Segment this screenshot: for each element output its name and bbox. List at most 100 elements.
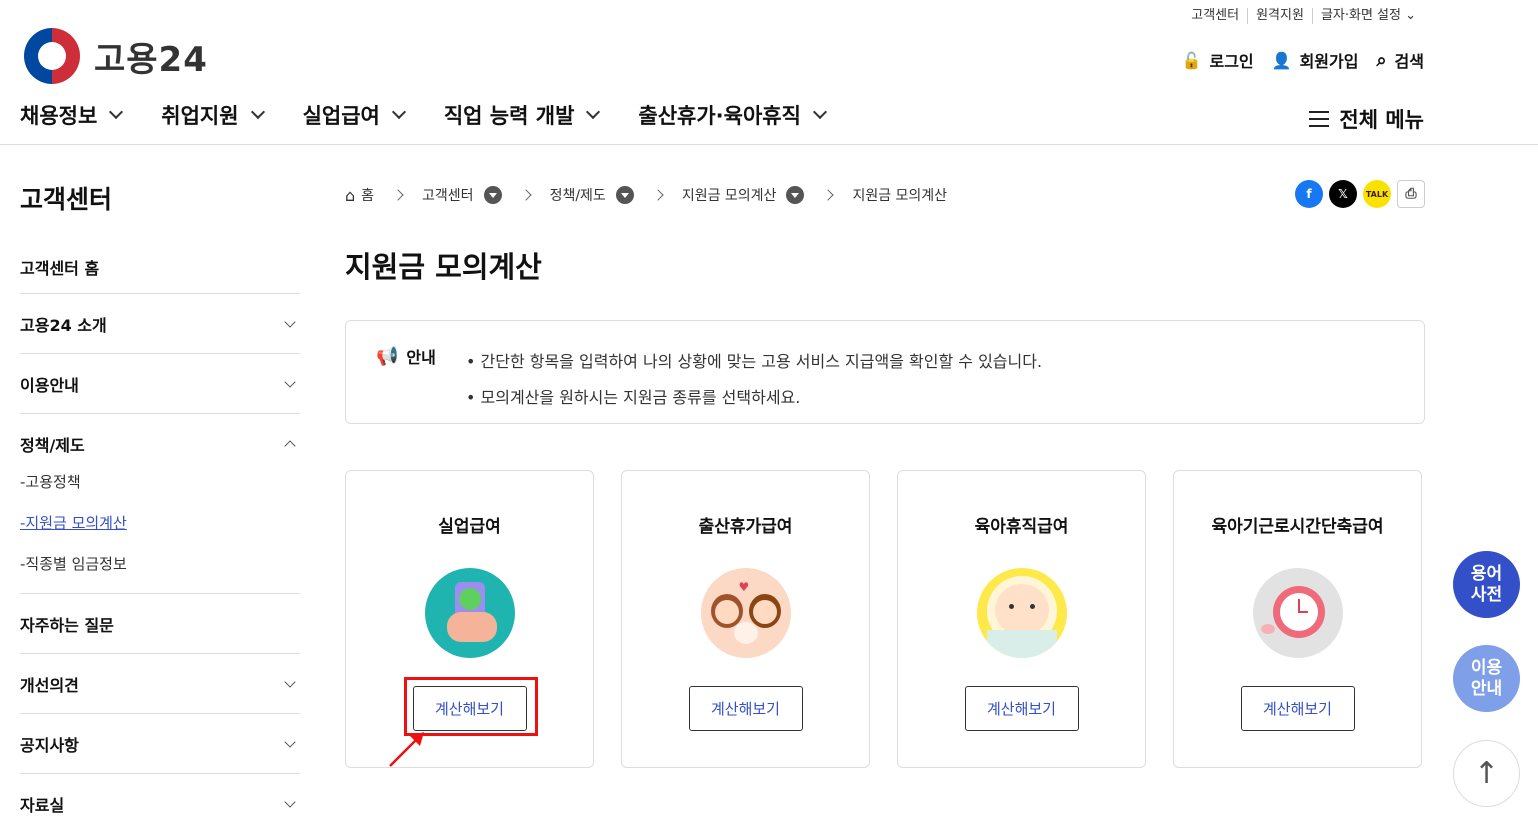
sidebar-item-faq[interactable]: 자주하는 질문: [20, 594, 300, 654]
sidebar-item-notices[interactable]: 공지사항: [20, 714, 300, 774]
dropdown-icon[interactable]: [786, 186, 805, 204]
chevron-down-icon: [284, 315, 296, 328]
chevron-down-icon: [812, 104, 828, 120]
logo-text: 고용24: [94, 39, 208, 80]
notice-line: • 간단한 항목을 입력하여 나의 상황에 맞는 고용 서비스 지급액을 확인할…: [466, 352, 1043, 371]
sidebar-sub-wage-info[interactable]: -직종별 임금정보: [20, 550, 300, 579]
card-title: 출산휴가급여: [698, 517, 793, 537]
card-reduced-hours: 육아기근로시간단축급여 계산해보기: [1173, 470, 1422, 768]
chevron-right-icon: [652, 189, 664, 201]
scroll-top-button[interactable]: ↑: [1453, 740, 1520, 807]
calculate-button-unemployment[interactable]: 계산해보기: [412, 686, 527, 731]
red-arrow-icon: [389, 732, 424, 767]
chevron-down-icon: [586, 104, 601, 120]
search-label: 검색: [1394, 52, 1424, 71]
baby-icon: [976, 568, 1067, 658]
hamburger-icon: [1309, 111, 1330, 127]
breadcrumb-customer-center[interactable]: 고객센터: [422, 185, 474, 205]
chevron-down-icon: [284, 375, 296, 388]
utility-nav: 고객센터 원격지원 글자·화면 설정 ⌄: [1183, 8, 1424, 24]
megaphone-icon: 📢: [376, 345, 399, 367]
breadcrumb-policy[interactable]: 정책/제도: [550, 185, 606, 205]
home-icon[interactable]: ⌂: [345, 186, 355, 205]
breadcrumb-home[interactable]: 홈: [361, 185, 374, 205]
subsidy-cards: 실업급여 계산해보기 출산휴가급여 ♥ 계산해보기 육아휴직급여 계산해보기 육…: [345, 470, 1425, 768]
add-user-icon: 👤: [1271, 50, 1292, 70]
card-unemployment: 실업급여 계산해보기: [345, 470, 594, 768]
all-menu-label: 전체 메뉴: [1339, 108, 1424, 132]
search-link[interactable]: ⌕ 검색: [1376, 48, 1424, 72]
chevron-down-icon: [109, 104, 124, 120]
util-link-display-settings[interactable]: 글자·화면 설정 ⌄: [1311, 8, 1424, 24]
page-title: 지원금 모의계산: [345, 250, 542, 284]
all-menu-button[interactable]: 전체 메뉴: [1309, 104, 1424, 134]
dropdown-icon[interactable]: [483, 186, 502, 204]
gnb-item-parental-leave[interactable]: 출산휴가·육아휴직: [638, 100, 828, 130]
facebook-icon[interactable]: f: [1295, 180, 1323, 208]
calculate-button-maternity[interactable]: 계산해보기: [688, 686, 803, 731]
breadcrumb-calculator[interactable]: 지원금 모의계산: [682, 185, 777, 205]
kakaotalk-icon[interactable]: TALK: [1363, 180, 1391, 208]
side-nav: 고객센터 고객센터 홈 고용24 소개 이용안내 정책/제도 -고용정책 -지원…: [20, 180, 300, 834]
x-icon[interactable]: 𝕏: [1329, 180, 1357, 208]
card-parental-leave: 육아휴직급여 계산해보기: [897, 470, 1146, 768]
alarm-clock-icon: [1252, 568, 1343, 658]
chevron-down-icon: [284, 675, 296, 688]
phone-check-icon: [424, 568, 515, 658]
guide-button[interactable]: 이용 안내: [1453, 645, 1520, 712]
card-title: 육아휴직급여: [974, 517, 1069, 537]
chevron-down-icon: [284, 796, 296, 808]
glossary-button[interactable]: 용어 사전: [1453, 551, 1520, 618]
chevron-right-icon: [519, 189, 532, 201]
card-maternity: 출산휴가급여 ♥ 계산해보기: [621, 470, 870, 768]
main-nav: 채용정보 취업지원 실업급여 직업 능력 개발 출산휴가·육아휴직: [20, 100, 865, 130]
arrow-up-icon: ↑: [1473, 756, 1500, 791]
notice-list: • 간단한 항목을 입력하여 나의 상황에 맞는 고용 서비스 지급액을 확인할…: [466, 344, 1042, 416]
chevron-right-icon: [392, 189, 404, 201]
sidebar-sub-employment-policy[interactable]: -고용정책: [20, 468, 300, 497]
breadcrumb: ⌂ 홈 고객센터 정책/제도 지원금 모의계산 지원금 모의계산: [345, 180, 1425, 210]
card-title: 실업급여: [438, 517, 501, 537]
chevron-up-icon: [284, 440, 296, 452]
card-title: 육아기근로시간단축급여: [1211, 517, 1384, 537]
lock-icon: 🔓: [1181, 50, 1202, 70]
gnb-item-vocational[interactable]: 직업 능력 개발: [444, 100, 601, 130]
login-link[interactable]: 🔓 로그인: [1182, 48, 1254, 72]
notice-line: • 모의계산을 원하시는 지원금 종류를 선택하세요.: [466, 388, 801, 407]
family-icon: ♥: [700, 568, 791, 658]
chevron-down-icon: [391, 104, 406, 120]
gnb-item-unemployment[interactable]: 실업급여: [303, 100, 406, 130]
member-nav: 🔓 로그인 👤 회원가입 ⌕ 검색: [1182, 48, 1424, 72]
main-content: ⌂ 홈 고객센터 정책/제도 지원금 모의계산 지원금 모의계산 f 𝕏 TAL…: [345, 180, 1425, 768]
site-header: 고용24 고객센터 원격지원 글자·화면 설정 ⌄ 🔓 로그인 👤 회원가입 ⌕ 검색…: [0, 0, 1538, 145]
signup-label: 회원가입: [1299, 52, 1359, 71]
calculate-button-reduced-hours[interactable]: 계산해보기: [1240, 686, 1355, 731]
dropdown-icon[interactable]: [615, 186, 634, 204]
taegeuk-logo-icon: [24, 28, 80, 84]
sidebar-item-policy[interactable]: 정책/제도: [20, 414, 300, 474]
login-label: 로그인: [1209, 52, 1254, 71]
print-icon[interactable]: ⎙: [1397, 180, 1425, 208]
gnb-item-employment-support[interactable]: 취업지원: [161, 100, 265, 130]
util-link-customer-center[interactable]: 고객센터: [1183, 8, 1247, 24]
chevron-down-icon: [250, 104, 265, 120]
calculate-button-parental-leave[interactable]: 계산해보기: [964, 686, 1079, 731]
chevron-down-icon: [284, 735, 296, 748]
chevron-right-icon: [822, 189, 835, 201]
breadcrumb-current: 지원금 모의계산: [852, 188, 948, 204]
sidebar-item-about[interactable]: 고용24 소개: [20, 294, 300, 354]
notice-label: 📢 안내: [376, 345, 436, 368]
sidebar-item-feedback[interactable]: 개선의견: [20, 654, 300, 714]
sidebar-item-usage[interactable]: 이용안내: [20, 354, 300, 414]
side-nav-title: 고객센터: [20, 185, 113, 214]
sidebar-sub-subsidy-calculator[interactable]: -지원금 모의계산: [20, 509, 300, 538]
gnb-item-jobs[interactable]: 채용정보: [20, 100, 124, 130]
signup-link[interactable]: 👤 회원가입: [1272, 48, 1359, 72]
util-link-remote-support[interactable]: 원격지원: [1247, 8, 1312, 24]
site-logo[interactable]: 고용24: [24, 28, 208, 84]
sidebar-item-home[interactable]: 고객센터 홈: [20, 240, 300, 294]
notice-box: 📢 안내 • 간단한 항목을 입력하여 나의 상황에 맞는 고용 서비스 지급액…: [345, 320, 1425, 424]
search-icon: ⌕: [1376, 49, 1387, 71]
sidebar-item-archive[interactable]: 자료실: [20, 774, 300, 834]
share-buttons: f 𝕏 TALK ⎙: [1295, 180, 1425, 208]
